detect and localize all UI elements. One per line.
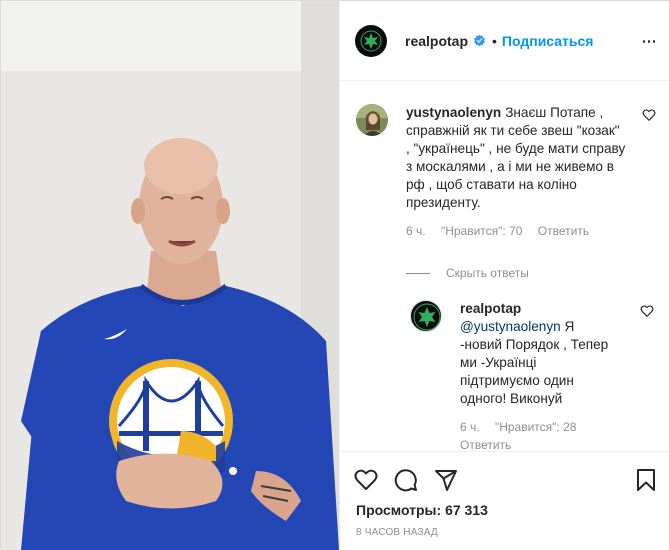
comment-meta: 6 ч. "Нравится": 70 Ответить bbox=[406, 222, 626, 240]
replies-divider bbox=[406, 272, 430, 274]
comment-text: Знаєш Потапе , справжній як ти себе звеш… bbox=[406, 105, 626, 210]
comment-likes[interactable]: "Нравится": 70 bbox=[441, 224, 523, 238]
follow-button[interactable]: Подписаться bbox=[502, 33, 594, 49]
comment-reply-button[interactable]: Ответить bbox=[538, 224, 589, 238]
comment-username[interactable]: yustynaolenyn bbox=[406, 105, 501, 120]
reply-likes[interactable]: "Нравится": 28 bbox=[495, 420, 577, 434]
header-separator: • bbox=[492, 32, 497, 49]
views-label: Просмотры: bbox=[356, 502, 442, 518]
action-icons bbox=[354, 468, 658, 494]
hide-replies-label: Скрыть ответы bbox=[446, 266, 529, 280]
profile-avatar[interactable] bbox=[355, 24, 387, 57]
comment-time[interactable]: 6 ч. bbox=[406, 224, 426, 238]
heart-icon[interactable] bbox=[354, 468, 378, 492]
header-username[interactable]: realpotap bbox=[405, 33, 468, 49]
views-count[interactable]: Просмотры: 67 313 bbox=[356, 502, 488, 518]
more-options-icon[interactable] bbox=[641, 31, 657, 51]
commenter-avatar[interactable] bbox=[356, 104, 388, 136]
post-video[interactable] bbox=[1, 1, 339, 550]
post-header: realpotap • Подписаться bbox=[340, 1, 669, 81]
reply-avatar[interactable] bbox=[410, 300, 442, 332]
reply-meta: 6 ч. "Нравится": 28 Ответить bbox=[460, 418, 620, 450]
comment-heart-icon[interactable] bbox=[642, 108, 656, 122]
share-icon[interactable] bbox=[434, 468, 458, 492]
reply-time[interactable]: 6 ч. bbox=[460, 420, 480, 434]
comments-list: yustynaolenyn Знаєш Потапе , справжній як… bbox=[340, 82, 669, 450]
reply-heart-icon[interactable] bbox=[640, 304, 654, 318]
post-side-panel: realpotap • Подписаться yustynaolenyn Зн… bbox=[339, 1, 669, 550]
reply-body: realpotap @yustynaolenyn Я -новий Порядо… bbox=[460, 300, 620, 450]
instagram-post: realpotap • Подписаться yustynaolenyn Зн… bbox=[0, 0, 669, 550]
green-leaf-logo-icon bbox=[413, 303, 441, 331]
green-leaf-logo-icon bbox=[360, 30, 382, 51]
views-value: 67 313 bbox=[445, 502, 488, 518]
video-frame bbox=[1, 1, 339, 550]
post-actions: Просмотры: 67 313 8 ЧАСОВ НАЗАД bbox=[340, 451, 669, 550]
reply-reply-button[interactable]: Ответить bbox=[460, 436, 620, 450]
reply-username[interactable]: realpotap bbox=[460, 300, 616, 318]
comment-body: yustynaolenyn Знаєш Потапе , справжній як… bbox=[406, 104, 626, 240]
verified-badge-icon bbox=[473, 34, 486, 47]
comment-icon[interactable] bbox=[394, 468, 418, 492]
reply-mention[interactable]: @yustynaolenyn bbox=[460, 319, 561, 334]
commenter-photo bbox=[356, 104, 388, 136]
hide-replies-button[interactable]: Скрыть ответы bbox=[406, 266, 529, 280]
post-timestamp[interactable]: 8 ЧАСОВ НАЗАД bbox=[356, 527, 438, 538]
bookmark-icon[interactable] bbox=[634, 468, 658, 492]
